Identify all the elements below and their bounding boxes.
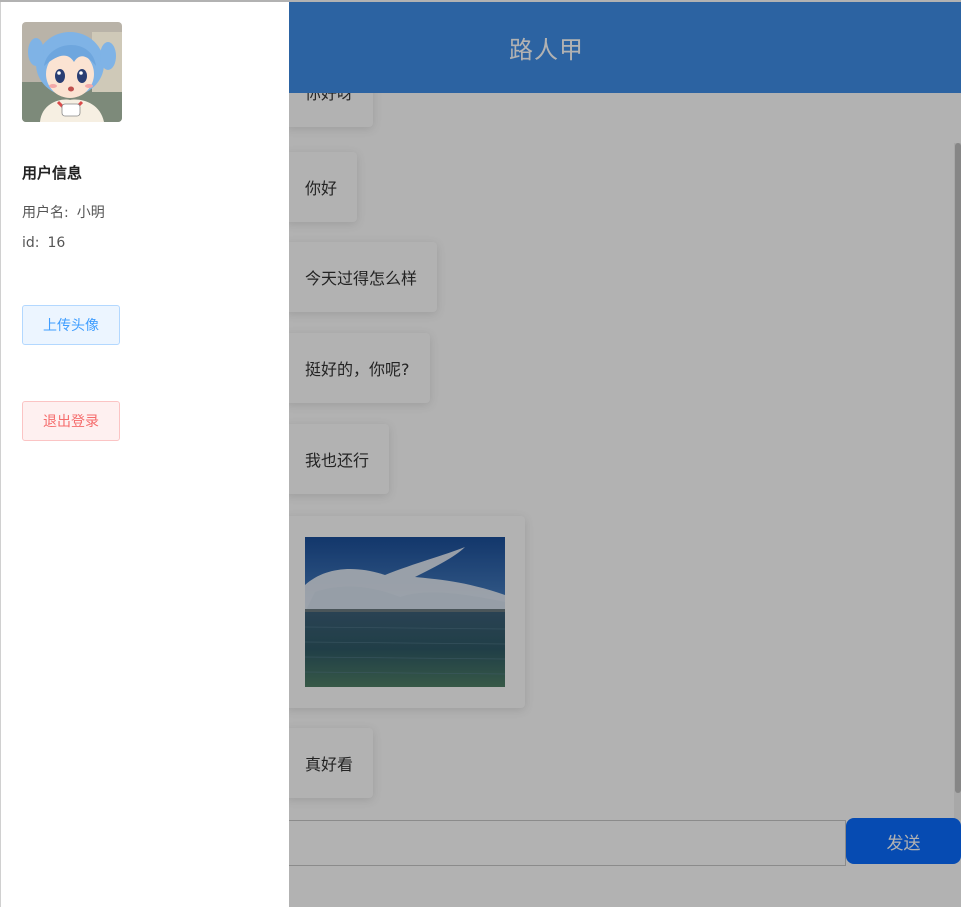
section-title: 用户信息 bbox=[22, 164, 83, 182]
id-row: id: 16 bbox=[22, 235, 65, 251]
id-value: 16 bbox=[47, 235, 66, 251]
avatar-image bbox=[22, 22, 122, 122]
username-label: 用户名: bbox=[22, 205, 69, 221]
logout-button[interactable]: 退出登录 bbox=[22, 401, 120, 441]
avatar[interactable] bbox=[22, 22, 122, 122]
id-label: id: bbox=[22, 235, 40, 251]
user-drawer: 用户信息 用户名: 小明 id: 16 上传头像 退出登录 bbox=[0, 2, 289, 907]
username-value: 小明 bbox=[76, 205, 105, 221]
username-row: 用户名: 小明 bbox=[22, 202, 105, 222]
upload-avatar-button[interactable]: 上传头像 bbox=[22, 305, 120, 345]
